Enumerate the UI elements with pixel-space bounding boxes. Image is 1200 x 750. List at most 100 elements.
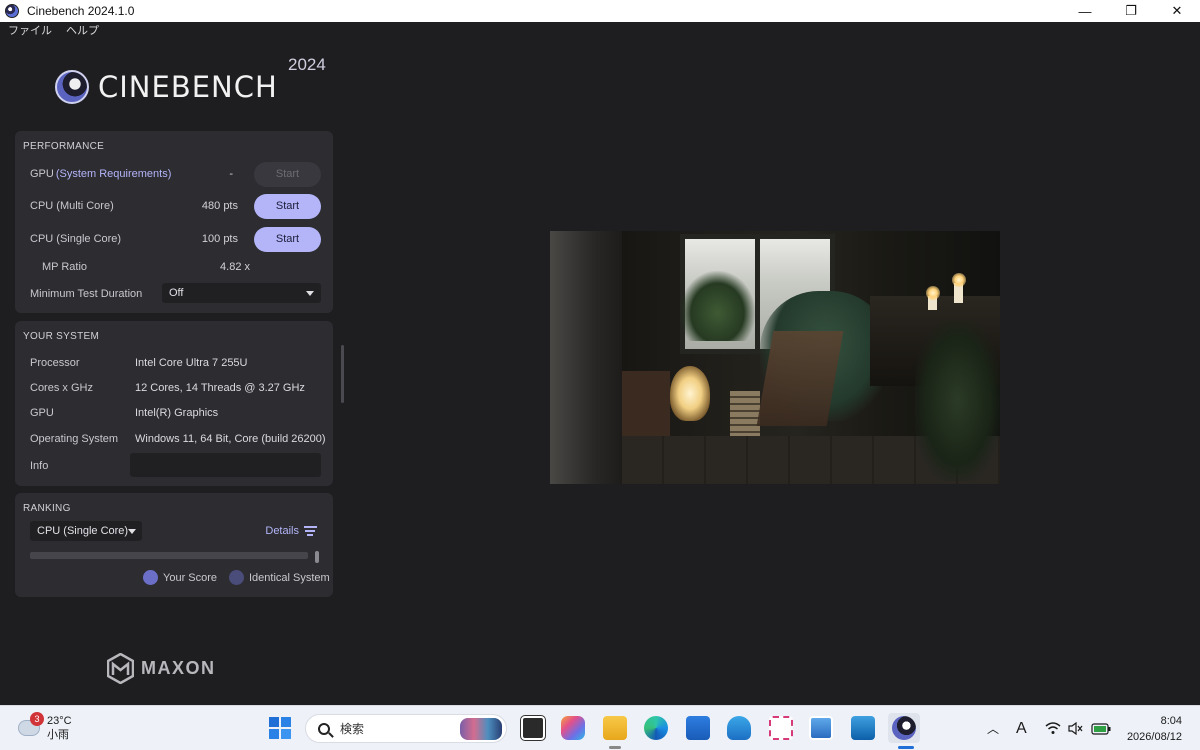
performance-panel: PERFORMANCE GPU (System Requirements) - … [15, 131, 333, 313]
edge-browser-icon[interactable] [644, 716, 668, 740]
render-window-mullion [755, 234, 760, 354]
render-curtain [550, 231, 622, 484]
ranking-panel: RANKING CPU (Single Core) Details Your S… [15, 493, 333, 597]
ranking-scrollbar[interactable] [315, 551, 319, 563]
snipping-tool-icon[interactable] [769, 716, 793, 740]
maxon-logo: MAXON [107, 653, 216, 684]
search-highlight-image [460, 718, 502, 740]
weather-temperature: 23°C [47, 715, 72, 727]
maxon-wordmark: MAXON [141, 658, 216, 678]
min-duration-value: Off [169, 287, 184, 299]
chevron-down-icon [128, 529, 136, 534]
taskbar-search[interactable]: 検索 [305, 714, 507, 743]
cores-label: Cores x GHz [30, 382, 93, 394]
search-placeholder: 検索 [340, 722, 365, 736]
cinebench-app-icon [5, 4, 19, 18]
min-duration-label: Minimum Test Duration [30, 288, 143, 300]
app-icon-blue[interactable] [727, 716, 751, 740]
cinebench-taskbar-icon[interactable] [892, 716, 916, 740]
menu-help[interactable]: ヘルプ [66, 22, 99, 40]
mp-ratio-label: MP Ratio [42, 261, 88, 273]
ranking-category-value: CPU (Single Core) [37, 525, 129, 537]
tray-overflow-button[interactable]: ︿ [987, 706, 999, 750]
mp-ratio-value: 4.82 x [220, 261, 250, 273]
wifi-icon[interactable] [1045, 706, 1061, 750]
cpu-multi-label: CPU (Multi Core) [30, 200, 114, 212]
min-duration-select[interactable]: Off [162, 283, 321, 303]
filter-icon [304, 526, 317, 536]
file-explorer-icon[interactable] [603, 716, 627, 740]
maxon-mark-icon [107, 653, 134, 684]
photos-icon[interactable] [851, 716, 875, 740]
restore-button[interactable]: ❐ [1108, 0, 1154, 22]
cores-value: 12 Cores, 14 Threads @ 3.27 GHz [135, 382, 305, 394]
legend-your-score: Your Score [143, 570, 217, 585]
copilot-icon[interactable] [561, 716, 585, 740]
info-field[interactable] [130, 453, 321, 477]
render-books [730, 391, 760, 436]
gpu-info-label: GPU [30, 407, 54, 419]
os-label: Operating System [30, 433, 119, 445]
clock-date: 2026/08/12 [1126, 731, 1182, 743]
system-requirements-link[interactable]: (System Requirements) [56, 168, 172, 180]
identical-system-swatch [229, 570, 244, 585]
system-heading: YOUR SYSTEM [23, 331, 100, 342]
weather-widget[interactable]: 3 23°C 小雨 [18, 712, 72, 742]
window-title: Cinebench 2024.1.0 [27, 4, 135, 18]
render-candle-flame [926, 286, 940, 300]
gpu-score: - [229, 168, 233, 180]
cpu-multi-score: 480 pts [201, 200, 238, 212]
gpu-start-button[interactable]: Start [254, 161, 321, 187]
start-button-windows-icon[interactable] [268, 716, 292, 740]
active-indicator [898, 746, 914, 749]
chevron-down-icon [306, 291, 314, 296]
gpu-label: GPU [30, 168, 54, 180]
identical-system-label: Identical System [249, 571, 330, 584]
notification-badge: 3 [30, 712, 44, 726]
control-panel-icon[interactable] [809, 716, 833, 740]
render-plant [680, 271, 755, 341]
battery-charging-icon[interactable] [1091, 706, 1111, 750]
search-icon [318, 722, 330, 735]
minimize-button[interactable]: — [1062, 0, 1108, 22]
title-bar: Cinebench 2024.1.0 — ❐ ✕ [0, 0, 1200, 22]
weather-text: 23°C 小雨 [47, 714, 72, 742]
your-score-label: Your Score [163, 571, 218, 584]
task-view-icon[interactable] [521, 716, 545, 740]
ranking-category-select[interactable]: CPU (Single Core) [30, 521, 142, 541]
cpu-single-start-button[interactable]: Start [254, 226, 321, 252]
render-lamp [670, 366, 710, 421]
gpu-info-value: Intel(R) Graphics [135, 407, 219, 419]
your-score-swatch [143, 570, 158, 585]
cpu-multi-row: CPU (Multi Core) 480 pts Start [30, 193, 321, 219]
chevron-up-icon: ︿ [987, 722, 1000, 736]
your-system-panel: YOUR SYSTEM Processor Intel Core Ultra 7… [15, 321, 333, 486]
close-button[interactable]: ✕ [1154, 0, 1200, 22]
window-controls: — ❐ ✕ [1062, 0, 1200, 22]
gpu-row: GPU (System Requirements) - Start [30, 161, 321, 187]
legend-identical-system: Identical System [229, 570, 330, 585]
menu-bar: ファイル ヘルプ [0, 22, 99, 40]
render-foliage [915, 321, 1000, 481]
processor-value: Intel Core Ultra 7 255U [135, 357, 248, 369]
running-indicator [609, 746, 621, 749]
processor-label: Processor [30, 357, 80, 369]
taskbar-clock[interactable]: 8:04 2026/08/12 [1127, 713, 1182, 745]
cpu-multi-start-button[interactable]: Start [254, 193, 321, 219]
cpu-single-score: 100 pts [201, 233, 238, 245]
render-candle-flame [952, 273, 966, 287]
menu-file[interactable]: ファイル [8, 22, 52, 40]
panel-scrollbar[interactable] [341, 345, 344, 403]
microsoft-store-icon[interactable] [686, 716, 710, 740]
rain-cloud-icon: 3 [18, 712, 44, 736]
muted-speaker-icon[interactable] [1068, 706, 1084, 750]
cpu-single-row: CPU (Single Core) 100 pts Start [30, 226, 321, 252]
ranking-list-entry[interactable] [30, 552, 308, 559]
details-button[interactable]: Details [265, 525, 317, 537]
render-preview-image [550, 231, 1000, 484]
clock-time: 8:04 [1160, 715, 1182, 727]
cinebench-sphere-icon [55, 70, 89, 104]
ime-indicator[interactable]: A [1016, 706, 1027, 750]
info-label: Info [30, 460, 49, 472]
details-label: Details [265, 525, 299, 537]
